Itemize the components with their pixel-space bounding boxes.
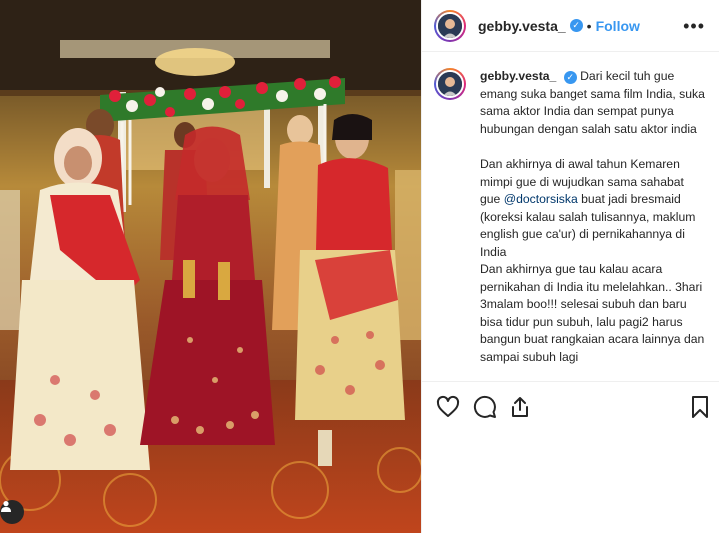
caption-paragraph-3: Dan akhirnya gue tau kalau acara pernika… (480, 261, 707, 366)
share-icon[interactable] (508, 395, 534, 421)
caption-para3: Dan akhirnya gue tau kalau acara pernika… (480, 262, 705, 364)
caption-paragraph-1: gebby.vesta_ ✓ Dari kecil tuh gue emang … (480, 68, 707, 138)
header-username[interactable]: gebby.vesta_ (478, 18, 566, 34)
header-separator: • (586, 17, 592, 34)
post-actions (436, 395, 712, 421)
user-tag-icon[interactable] (0, 500, 24, 524)
post-side-panel: gebby.vesta_ ✓ • Follow ••• gebby.vesta_… (421, 0, 719, 533)
caption-text: gebby.vesta_ ✓ Dari kecil tuh gue emang … (480, 68, 707, 381)
caption-paragraph-2: Dan akhirnya di awal tahun Kemaren mimpi… (480, 156, 707, 261)
follow-button[interactable]: Follow (596, 18, 640, 34)
caption-username[interactable]: gebby.vesta_ (480, 69, 556, 83)
verified-badge-icon: ✓ (569, 19, 583, 32)
avatar[interactable] (434, 9, 466, 42)
post-header: gebby.vesta_ ✓ • Follow ••• (422, 0, 719, 52)
wedding-photo-illustration (0, 0, 421, 533)
comment-icon[interactable] (473, 395, 499, 421)
bookmark-icon[interactable] (688, 395, 714, 421)
avatar-image (438, 13, 462, 38)
more-options-icon[interactable]: ••• (683, 17, 705, 35)
user-silhouette-icon (1, 501, 11, 512)
post-photo[interactable] (0, 0, 421, 533)
heart-icon[interactable] (436, 395, 462, 421)
caption: gebby.vesta_ ✓ Dari kecil tuh gue emang … (422, 52, 719, 382)
caption-avatar[interactable] (434, 68, 466, 100)
mention-link[interactable]: @doctorsiska (504, 192, 578, 206)
verified-badge-icon: ✓ (563, 71, 577, 85)
avatar-image (438, 72, 462, 96)
